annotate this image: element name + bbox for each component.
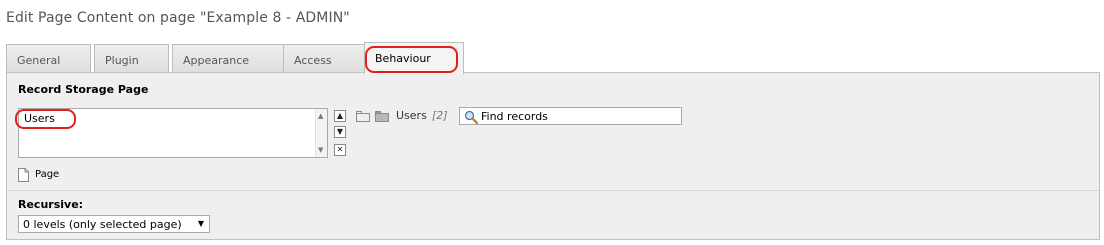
users-record-count: [2]	[432, 109, 448, 122]
browse-folder-icon[interactable]	[356, 111, 370, 122]
tab-behaviour[interactable]: Behaviour	[364, 42, 464, 74]
storage-page-list[interactable]: Users ▲ ▼	[18, 108, 328, 158]
remove-button[interactable]: ✕	[334, 144, 346, 156]
recursive-select[interactable]: 0 levels (only selected page) ▼	[18, 215, 210, 233]
recursive-selected-value: 0 levels (only selected page)	[23, 218, 182, 231]
scroll-down-icon[interactable]: ▼	[318, 146, 323, 154]
move-up-button[interactable]: ▲	[334, 110, 346, 122]
move-down-button[interactable]: ▼	[334, 126, 346, 138]
section-divider	[7, 190, 1099, 191]
tab-access[interactable]: Access	[283, 44, 365, 73]
chevron-down-icon: ▼	[197, 219, 204, 228]
tab-appearance[interactable]: Appearance	[172, 44, 284, 73]
list-scrollbar[interactable]: ▲ ▼	[315, 109, 327, 157]
page-title: Edit Page Content on page "Example 8 - A…	[6, 10, 350, 26]
tab-plugin[interactable]: Plugin	[94, 44, 169, 73]
list-item[interactable]: Users	[24, 112, 55, 125]
page-type-label: Page	[35, 169, 60, 180]
users-folder-link[interactable]: Users	[396, 109, 427, 122]
tab-general[interactable]: General	[6, 44, 91, 73]
folder-icon	[375, 111, 389, 122]
scroll-up-icon[interactable]: ▲	[318, 112, 323, 120]
find-records-placeholder: Find records	[481, 110, 548, 123]
find-records-field[interactable]: Find records	[459, 107, 682, 125]
search-icon	[464, 110, 478, 124]
page-icon	[18, 168, 29, 182]
recursive-label: Recursive:	[18, 198, 84, 211]
behaviour-panel: Record Storage Page Users ▲ ▼ ▲ ▼ ✕ User…	[6, 72, 1100, 240]
record-storage-label: Record Storage Page	[18, 83, 149, 96]
